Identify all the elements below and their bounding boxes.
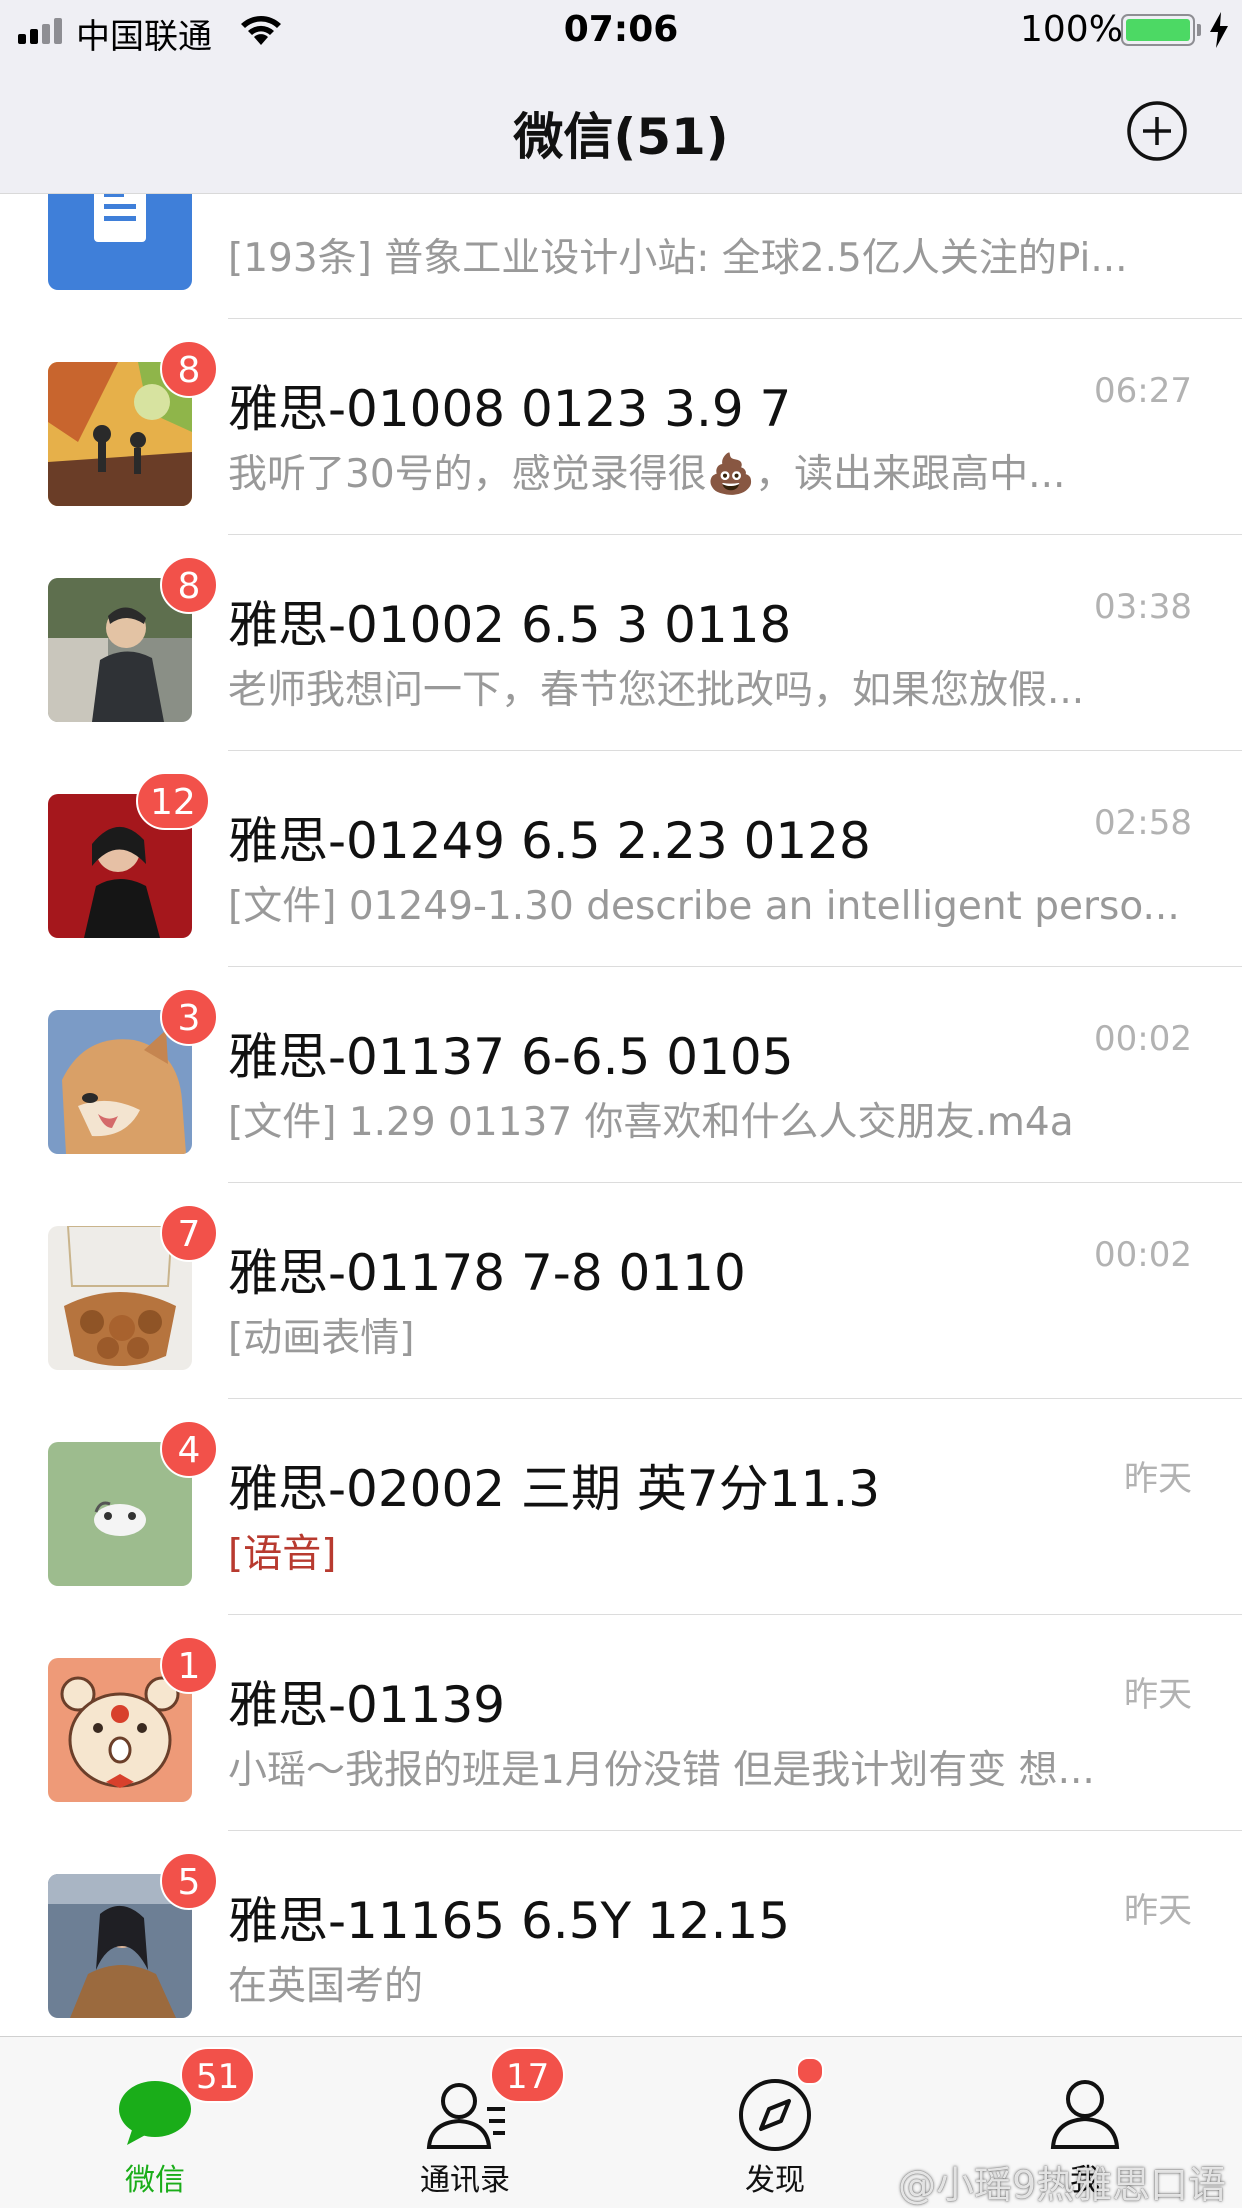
tab-label: 通讯录 (420, 2163, 510, 2198)
chat-row[interactable]: 5 雅思-11165 6.5Y 12.15 昨天 在英国考的 (0, 1831, 1242, 2036)
status-bar: 中国联通 07:06 100% (0, 0, 1242, 62)
chat-name: 雅思-01137 6-6.5 0105 (228, 1028, 794, 1086)
watermark: @小瑶9热雅思口语 (898, 2163, 1227, 2207)
unread-badge: 12 (136, 772, 210, 830)
chat-time: 03:38 (1094, 587, 1192, 627)
plus-circle-icon[interactable] (1126, 100, 1188, 162)
nav-bar: 微信(51) (0, 62, 1242, 194)
chat-time: 昨天 (1124, 1891, 1192, 1931)
chat-last-message: 在英国考的 (228, 1964, 424, 2009)
chat-list: [193条] 普象工业设计小站: 全球2.5亿人关注的Pi... 8 雅思-01… (0, 194, 1242, 2036)
unread-badge: 3 (160, 988, 218, 1046)
tab-badge: 51 (180, 2047, 256, 2103)
unread-badge: 7 (160, 1204, 218, 1262)
unread-badge: 8 (160, 556, 218, 614)
battery-icon (1121, 14, 1195, 46)
compass-icon (739, 2079, 811, 2151)
charging-bolt-icon (1210, 12, 1228, 48)
tab-contacts[interactable]: 17 通讯录 (310, 2037, 620, 2209)
chat-row[interactable]: 12 雅思-01249 6.5 2.23 0128 02:58 [文件] 012… (0, 751, 1242, 967)
tab-label: 发现 (745, 2163, 805, 2198)
battery-fill (1126, 19, 1190, 41)
chat-time: 00:02 (1094, 1235, 1192, 1275)
chat-name: 雅思-01139 (228, 1676, 506, 1734)
chat-row[interactable]: 1 雅思-01139 昨天 小瑶～我报的班是1月份没错 但是我计划有变 想... (0, 1615, 1242, 1831)
chat-row[interactable]: 8 雅思-01008 0123 3.9 7 06:27 我听了30号的，感觉录得… (0, 319, 1242, 535)
chat-last-message: 我听了30号的，感觉录得很💩，读出来跟高中... (228, 452, 1066, 497)
tab-discover[interactable]: 发现 (620, 2037, 930, 2209)
chat-time: 06:27 (1094, 371, 1192, 411)
chat-name: 雅思-01249 6.5 2.23 0128 (228, 812, 871, 870)
page-title: 微信(51) (513, 108, 729, 166)
chat-last-message: 小瑶～我报的班是1月份没错 但是我计划有变 想... (228, 1748, 1095, 1793)
chat-last-message: [语音] (228, 1532, 337, 1577)
chat-last-message: [文件] 01249-1.30 describe an intelligent … (228, 884, 1180, 929)
unread-badge: 1 (160, 1636, 218, 1694)
tab-label: 微信 (125, 2163, 185, 2198)
chat-last-message: [动画表情] (228, 1316, 415, 1361)
tab-chats[interactable]: 51 微信 (0, 2037, 310, 2209)
chat-last-message: [193条] 普象工业设计小站: 全球2.5亿人关注的Pi... (228, 236, 1128, 281)
chat-time: 昨天 (1124, 1459, 1192, 1499)
battery-percent: 100% (1020, 9, 1123, 50)
profile-icon (1050, 2080, 1120, 2149)
chat-time: 00:02 (1094, 1019, 1192, 1059)
chat-name: 雅思-02002 三期 英7分11.3 (228, 1460, 881, 1518)
chat-name: 雅思-11165 6.5Y 12.15 (228, 1892, 791, 1950)
new-dot-indicator (796, 2057, 824, 2085)
chat-time: 02:58 (1094, 803, 1192, 843)
unread-badge: 4 (160, 1420, 218, 1478)
battery-tip (1197, 24, 1201, 36)
unread-badge: 5 (160, 1852, 218, 1910)
chat-row[interactable]: 8 雅思-01002 6.5 3 0118 03:38 老师我想问一下，春节您还… (0, 535, 1242, 751)
chat-name: 雅思-01178 7-8 0110 (228, 1244, 746, 1302)
tab-badge: 17 (490, 2047, 566, 2103)
chat-row[interactable]: 7 雅思-01178 7-8 0110 00:02 [动画表情] (0, 1183, 1242, 1399)
chat-last-message: 老师我想问一下，春节您还批改吗，如果您放假... (228, 668, 1085, 713)
unread-badge: 8 (160, 340, 218, 398)
chat-row[interactable]: 3 雅思-01137 6-6.5 0105 00:02 [文件] 1.29 01… (0, 967, 1242, 1183)
chat-name: 雅思-01002 6.5 3 0118 (228, 596, 792, 654)
subscription-doc-icon (48, 194, 192, 290)
chat-name: 雅思-01008 0123 3.9 7 (228, 380, 792, 438)
chat-time: 昨天 (1124, 1675, 1192, 1715)
chat-last-message: [文件] 1.29 01137 你喜欢和什么人交朋友.m4a (228, 1100, 1074, 1145)
chat-row[interactable]: 4 雅思-02002 三期 英7分11.3 昨天 [语音] (0, 1399, 1242, 1615)
chat-row[interactable]: [193条] 普象工业设计小站: 全球2.5亿人关注的Pi... (0, 194, 1242, 319)
